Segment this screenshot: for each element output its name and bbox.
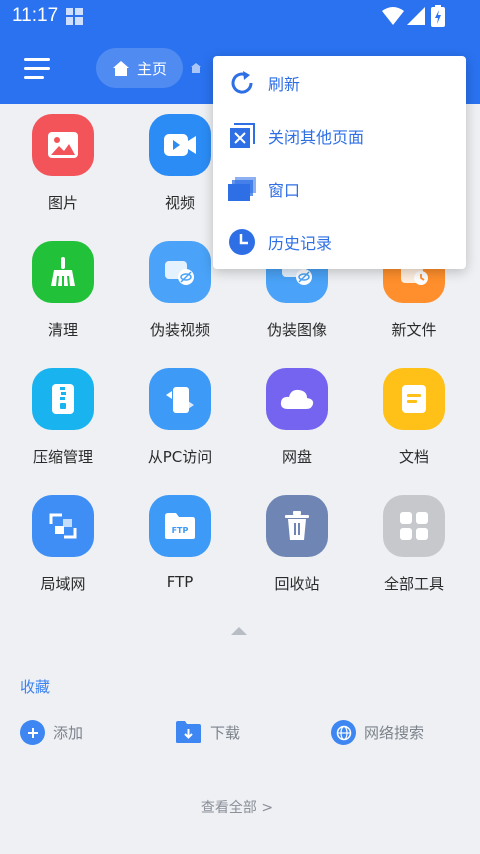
favorite-label: 网络搜索 bbox=[364, 724, 425, 742]
tool-ftp[interactable]: FTP FTP bbox=[117, 485, 237, 605]
status-time: 11:17 bbox=[12, 5, 59, 26]
ftp-tile: FTP bbox=[149, 495, 211, 557]
pc-access-tile bbox=[149, 368, 211, 430]
favorite-add[interactable]: 添加 bbox=[20, 720, 83, 745]
svg-text:FTP: FTP bbox=[172, 526, 189, 535]
lan-tile bbox=[32, 495, 94, 557]
tool-documents[interactable]: 文档 bbox=[351, 358, 471, 478]
close-box-icon bbox=[227, 121, 257, 151]
menu-item-windows[interactable]: 窗口 bbox=[213, 163, 466, 215]
document-icon bbox=[402, 385, 426, 413]
cloud-icon bbox=[280, 389, 314, 409]
archive-tile bbox=[32, 368, 94, 430]
tool-label: 局域网 bbox=[40, 575, 86, 593]
tool-archive[interactable]: 压缩管理 bbox=[0, 358, 120, 478]
favorite-download[interactable]: 下载 bbox=[175, 720, 240, 744]
menu-item-label: 历史记录 bbox=[268, 234, 333, 253]
grid-apps-icon bbox=[400, 512, 428, 540]
menu-item-history[interactable]: 历史记录 bbox=[213, 216, 466, 268]
favorites-row: 添加 下载 网络搜索 bbox=[0, 720, 480, 752]
plus-icon bbox=[20, 720, 45, 745]
tool-label: 图片 bbox=[47, 194, 78, 212]
trash-icon bbox=[285, 511, 309, 540]
menu-item-label: 关闭其他页面 bbox=[268, 128, 365, 147]
favorite-label: 添加 bbox=[53, 724, 84, 742]
menu-item-refresh[interactable]: 刷新 bbox=[213, 57, 466, 109]
refresh-icon bbox=[227, 68, 257, 98]
view-all-link[interactable]: 查看全部 > bbox=[0, 797, 474, 817]
tool-label: 压缩管理 bbox=[32, 448, 93, 466]
all-tools-tile bbox=[383, 495, 445, 557]
menu-item-label: 刷新 bbox=[268, 75, 301, 94]
tool-all-tools[interactable]: 全部工具 bbox=[351, 485, 471, 605]
tool-label: FTP bbox=[166, 573, 194, 591]
broom-icon bbox=[51, 257, 75, 287]
pictures-tile bbox=[32, 114, 94, 176]
sim-icon bbox=[66, 8, 83, 25]
signal-icon bbox=[407, 7, 425, 25]
documents-tile bbox=[383, 368, 445, 430]
windows-icon bbox=[227, 174, 257, 204]
menu-line bbox=[24, 58, 50, 61]
popup-menu: 刷新 关闭其他页面 窗口 历史记录 bbox=[213, 56, 466, 269]
tool-label: 网盘 bbox=[281, 448, 312, 466]
tool-clean[interactable]: 清理 bbox=[0, 231, 120, 351]
tool-label: 伪装图像 bbox=[266, 321, 327, 339]
breadcrumb-home[interactable]: 主页 bbox=[96, 48, 184, 88]
hidden-video-icon bbox=[165, 261, 194, 285]
tool-label: 新文件 bbox=[391, 321, 437, 339]
ftp-folder-icon: FTP bbox=[165, 513, 195, 539]
recycle-bin-tile bbox=[266, 495, 328, 557]
videos-tile bbox=[149, 114, 211, 176]
download-folder-icon bbox=[176, 721, 201, 743]
lan-icon bbox=[49, 513, 77, 539]
tool-label: 全部工具 bbox=[383, 575, 444, 593]
tool-lan[interactable]: 局域网 bbox=[0, 485, 120, 605]
phone-transfer-icon bbox=[166, 387, 194, 413]
tool-pictures[interactable]: 图片 bbox=[0, 104, 120, 224]
picture-icon bbox=[48, 132, 78, 158]
fake-video-tile bbox=[149, 241, 211, 303]
video-icon bbox=[164, 134, 196, 156]
favorite-web-search[interactable]: 网络搜索 bbox=[331, 720, 424, 745]
favorites-title: 收藏 bbox=[20, 678, 51, 696]
wifi-icon bbox=[382, 7, 404, 25]
globe-icon bbox=[331, 720, 356, 745]
zip-icon bbox=[52, 384, 74, 414]
menu-line bbox=[24, 76, 44, 79]
menu-line bbox=[24, 67, 50, 70]
tool-label: 伪装视频 bbox=[149, 321, 210, 339]
home-icon bbox=[113, 60, 129, 76]
tool-label: 文档 bbox=[398, 448, 429, 466]
breadcrumb-next-icon[interactable] bbox=[190, 62, 202, 74]
tool-recycle-bin[interactable]: 回收站 bbox=[234, 485, 354, 605]
status-bar: 11:17 bbox=[0, 0, 480, 32]
favorite-label: 下载 bbox=[210, 723, 241, 742]
menu-item-label: 窗口 bbox=[268, 181, 301, 200]
tool-label: 清理 bbox=[47, 321, 78, 339]
clock-icon bbox=[227, 227, 257, 257]
battery-icon bbox=[431, 5, 445, 27]
collapse-arrow-icon[interactable] bbox=[231, 627, 247, 635]
tool-cloud[interactable]: 网盘 bbox=[234, 358, 354, 478]
clean-tile bbox=[32, 241, 94, 303]
tool-pc-access[interactable]: 从PC访问 bbox=[117, 358, 237, 478]
tool-label: 从PC访问 bbox=[147, 448, 213, 466]
menu-item-close-others[interactable]: 关闭其他页面 bbox=[213, 110, 466, 162]
cloud-tile bbox=[266, 368, 328, 430]
tool-label: 回收站 bbox=[274, 575, 320, 593]
breadcrumb-home-label: 主页 bbox=[137, 59, 168, 78]
menu-button[interactable] bbox=[20, 54, 52, 82]
